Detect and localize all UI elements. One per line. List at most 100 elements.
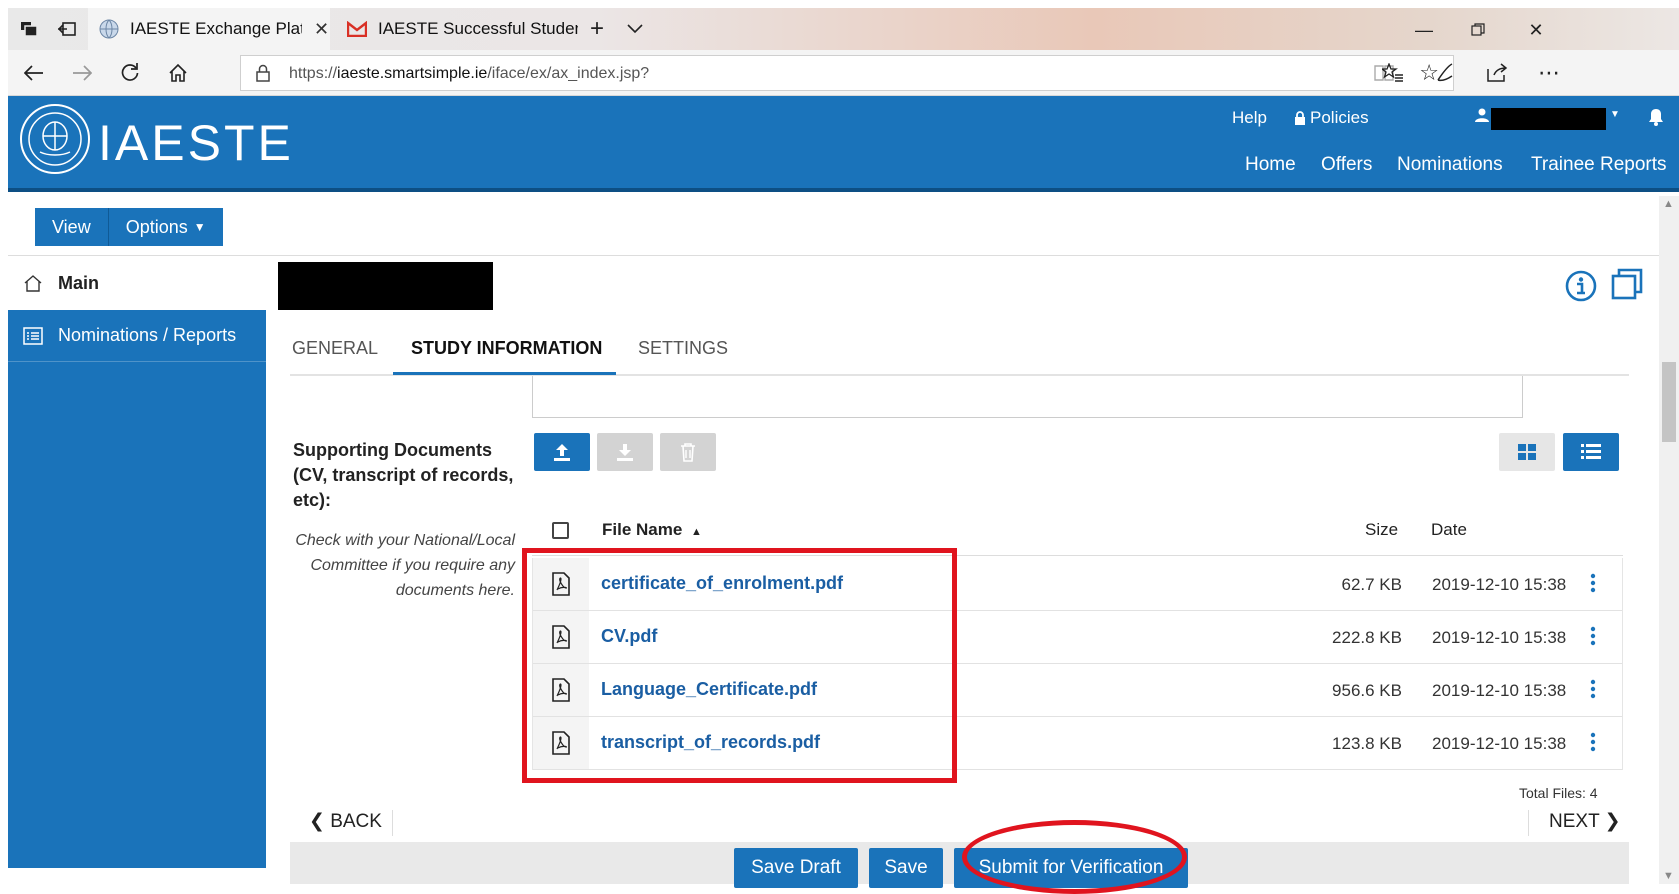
redacted-record-title — [278, 262, 493, 310]
trash-icon — [681, 443, 695, 462]
lock-icon — [255, 64, 271, 87]
supporting-documents-label: Supporting Documents (CV, transcript of … — [293, 440, 514, 510]
home-icon — [8, 274, 58, 292]
chevron-right-icon: ❯ — [1604, 811, 1621, 832]
save-draft-button[interactable]: Save Draft — [734, 848, 858, 888]
column-size[interactable]: Size — [1365, 520, 1398, 540]
row-menu-icon[interactable] — [1590, 731, 1596, 758]
tab-study-information[interactable]: STUDY INFORMATION — [411, 338, 602, 359]
caret-down-icon: ▼ — [193, 220, 206, 234]
download-icon — [617, 444, 633, 461]
logo-wordmark: IAESTE — [98, 115, 294, 171]
notification-bell-icon[interactable] — [1648, 108, 1664, 126]
back-arrow-icon[interactable] — [20, 60, 48, 86]
browser-tab-successful-student[interactable]: IAESTE Successful Student F — [336, 8, 578, 50]
chevron-left-icon: ❮ — [309, 811, 325, 832]
share-icon[interactable] — [1482, 60, 1512, 86]
upload-button[interactable] — [534, 433, 590, 471]
column-file-name[interactable]: File Name ▲ — [602, 520, 702, 540]
new-tab-icon[interactable]: + — [584, 15, 610, 42]
file-date: 2019-12-10 15:38 — [1432, 734, 1567, 753]
select-all-checkbox[interactable] — [552, 522, 569, 539]
nav-offers[interactable]: Offers — [1321, 154, 1372, 176]
forward-arrow-icon[interactable] — [68, 60, 96, 86]
tab-title: IAESTE Successful Student F — [378, 19, 578, 38]
options-button[interactable]: Options ▼ — [107, 208, 223, 246]
active-tab-indicator — [393, 372, 616, 375]
divider — [1528, 810, 1529, 836]
tab-title: IAESTE Exchange Platfo — [130, 19, 302, 38]
scroll-up-icon[interactable]: ▲ — [1663, 198, 1674, 210]
save-button[interactable]: Save — [869, 848, 943, 888]
tab-actions-icon[interactable] — [16, 17, 42, 41]
row-menu-icon[interactable] — [1590, 572, 1596, 599]
gmail-icon — [346, 18, 368, 40]
file-date: 2019-12-10 15:38 — [1432, 575, 1567, 594]
download-button[interactable] — [597, 433, 653, 471]
next-button[interactable]: NEXT ❯ — [1549, 810, 1621, 833]
home-icon[interactable] — [164, 60, 192, 86]
close-window-icon[interactable]: ✕ — [1516, 17, 1556, 43]
total-files-count: Total Files: 4 — [1519, 785, 1598, 801]
row-menu-icon[interactable] — [1590, 625, 1596, 652]
page-scrollbar[interactable]: ▲ ▼ — [1659, 196, 1679, 884]
sidebar: Main Nominations / Reports — [8, 256, 266, 868]
nav-home[interactable]: Home — [1245, 154, 1296, 176]
url-field[interactable]: https://iaeste.smartsimple.ie/iface/ex/a… — [240, 55, 1454, 91]
grid-view-button[interactable] — [1499, 433, 1555, 471]
delete-button[interactable] — [660, 433, 716, 471]
more-options-icon[interactable]: ⋯ — [1534, 60, 1564, 86]
back-button[interactable]: ❮ BACK — [309, 810, 382, 833]
browser-tab-iaeste-exchange[interactable]: IAESTE Exchange Platfo ✕ — [88, 8, 330, 50]
text-area-bottom[interactable] — [532, 376, 1523, 418]
annotation-highlight-files — [522, 548, 957, 783]
user-icon[interactable] — [1475, 108, 1489, 122]
scrollbar-thumb[interactable] — [1662, 362, 1676, 442]
page-toolbar: View Options ▼ — [8, 196, 1659, 256]
file-size: 62.7 KB — [1341, 575, 1403, 594]
globe-icon — [98, 18, 120, 40]
nav-trainee-reports[interactable]: Trainee Reports — [1531, 154, 1667, 176]
refresh-icon[interactable] — [116, 60, 144, 86]
close-tab-icon[interactable]: ✕ — [314, 19, 329, 40]
restore-icon[interactable] — [1458, 17, 1498, 43]
supporting-documents-help: Check with your National/Local Committee… — [295, 532, 515, 599]
favorites-list-icon[interactable] — [1378, 60, 1408, 86]
iaeste-logo-emblem — [20, 104, 90, 174]
policies-link[interactable]: Policies — [1294, 108, 1369, 128]
list-icon — [8, 326, 58, 345]
scroll-down-icon[interactable]: ▼ — [1663, 870, 1674, 882]
chevron-down-icon[interactable] — [622, 17, 648, 41]
minimize-icon[interactable]: — — [1404, 17, 1444, 43]
sidebar-item-main[interactable]: Main — [8, 256, 266, 310]
list-icon — [1581, 444, 1601, 459]
nav-nominations[interactable]: Nominations — [1397, 154, 1503, 176]
grid-icon — [1518, 444, 1536, 460]
annotation-highlight-submit — [962, 820, 1187, 894]
upload-icon — [554, 444, 570, 461]
set-aside-tabs-icon[interactable] — [54, 17, 80, 41]
view-button[interactable]: View — [35, 208, 108, 246]
file-size: 123.8 KB — [1332, 734, 1402, 753]
file-size: 222.8 KB — [1332, 628, 1402, 647]
tab-settings[interactable]: SETTINGS — [638, 338, 728, 359]
sort-ascending-icon: ▲ — [691, 526, 702, 538]
row-menu-icon[interactable] — [1590, 678, 1596, 705]
url-text: https://iaeste.smartsimple.ie/iface/ex/a… — [289, 65, 650, 82]
tab-general[interactable]: GENERAL — [292, 338, 378, 359]
redacted-username[interactable] — [1491, 108, 1606, 130]
column-date[interactable]: Date — [1431, 520, 1467, 540]
content-tabs: GENERAL STUDY INFORMATION SETTINGS — [290, 330, 1629, 376]
file-date: 2019-12-10 15:38 — [1432, 681, 1567, 700]
sidebar-item-nominations-reports[interactable]: Nominations / Reports — [8, 310, 266, 362]
copy-window-icon[interactable] — [1611, 268, 1643, 305]
list-view-button[interactable] — [1563, 433, 1619, 471]
browser-tab-bar: IAESTE Exchange Platfo ✕ IAESTE Successf… — [8, 8, 1679, 50]
pen-icon[interactable] — [1430, 60, 1460, 86]
browser-address-bar: https://iaeste.smartsimple.ie/iface/ex/a… — [8, 50, 1679, 96]
info-icon[interactable] — [1565, 270, 1597, 307]
file-date: 2019-12-10 15:38 — [1432, 628, 1567, 647]
form-action-bar: Save Draft Save Submit for Verification — [290, 842, 1629, 888]
help-link[interactable]: Help — [1232, 108, 1267, 128]
user-menu-caret-icon[interactable]: ▼ — [1610, 109, 1620, 120]
